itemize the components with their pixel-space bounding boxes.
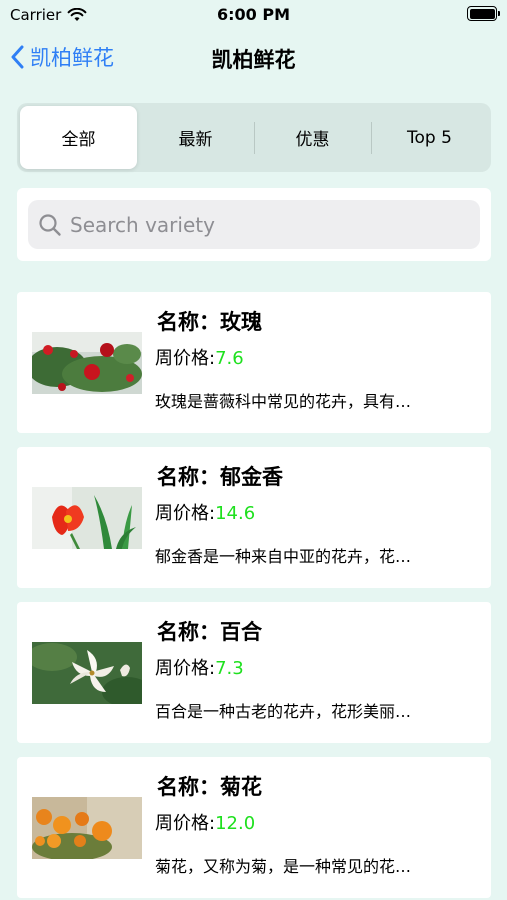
tab-all[interactable]: 全部 (20, 106, 137, 169)
flower-card-lily[interactable]: 名称：百合 周价格:7.3 百合是一种古老的花卉，花形美丽… (17, 602, 491, 743)
weekly-price: 周价格:14.6 (155, 499, 255, 525)
flower-description: 菊花，又称为菊，是一种常见的花… (155, 857, 412, 876)
flower-card-rose[interactable]: 名称：玫瑰 周价格:7.6 玫瑰是蔷薇科中常见的花卉，具有… (17, 292, 491, 433)
flower-card-tulip[interactable]: 名称：郁金香 周价格:14.6 郁金香是一种来自中亚的花卉，花… (17, 447, 491, 588)
lily-image (32, 642, 142, 704)
tab-top5[interactable]: Top 5 (371, 106, 488, 169)
chrysanthemum-image (32, 797, 142, 859)
flower-name: 名称：玫瑰 (157, 310, 262, 334)
tab-discount[interactable]: 优惠 (254, 106, 371, 169)
flower-list: 名称：玫瑰 周价格:7.6 玫瑰是蔷薇科中常见的花卉，具有… 名称：郁金香 周价… (17, 292, 491, 900)
tab-newest[interactable]: 最新 (137, 106, 254, 169)
status-bar: Carrier 6:00 PM (0, 0, 507, 30)
price-value: 7.3 (215, 658, 244, 679)
navigation-bar: 凯柏鲜花 凯柏鲜花 (0, 36, 507, 80)
back-label: 凯柏鲜花 (30, 46, 114, 70)
price-value: 14.6 (215, 503, 256, 524)
tulip-image (32, 487, 142, 549)
clock: 6:00 PM (216, 5, 290, 24)
flower-description: 郁金香是一种来自中亚的花卉，花… (155, 547, 412, 566)
chevron-left-icon (11, 45, 24, 69)
price-label: 周价格: (155, 348, 216, 369)
category-segmented-control: 全部 最新 优惠 Top 5 (17, 103, 491, 172)
search-bar (17, 188, 491, 261)
rose-image (32, 332, 142, 394)
search-field[interactable] (28, 200, 480, 249)
price-label: 周价格: (155, 813, 216, 834)
flower-name: 名称：郁金香 (157, 465, 283, 489)
flower-description: 玫瑰是蔷薇科中常见的花卉，具有… (155, 392, 412, 411)
search-icon (39, 213, 61, 236)
flower-card-chrysanthemum[interactable]: 名称：菊花 周价格:12.0 菊花，又称为菊，是一种常见的花… (17, 757, 491, 898)
back-button[interactable]: 凯柏鲜花 (10, 42, 114, 72)
weekly-price: 周价格:7.6 (155, 344, 244, 370)
price-value: 7.6 (215, 348, 244, 369)
search-input[interactable] (70, 212, 470, 237)
weekly-price: 周价格:12.0 (155, 809, 255, 835)
weekly-price: 周价格:7.3 (155, 654, 244, 680)
flower-name: 名称：菊花 (157, 775, 262, 799)
price-label: 周价格: (155, 658, 216, 679)
flower-name: 名称：百合 (157, 620, 262, 644)
price-label: 周价格: (155, 503, 216, 524)
price-value: 12.0 (215, 813, 256, 834)
flower-description: 百合是一种古老的花卉，花形美丽… (155, 702, 412, 721)
battery-icon (467, 6, 500, 21)
